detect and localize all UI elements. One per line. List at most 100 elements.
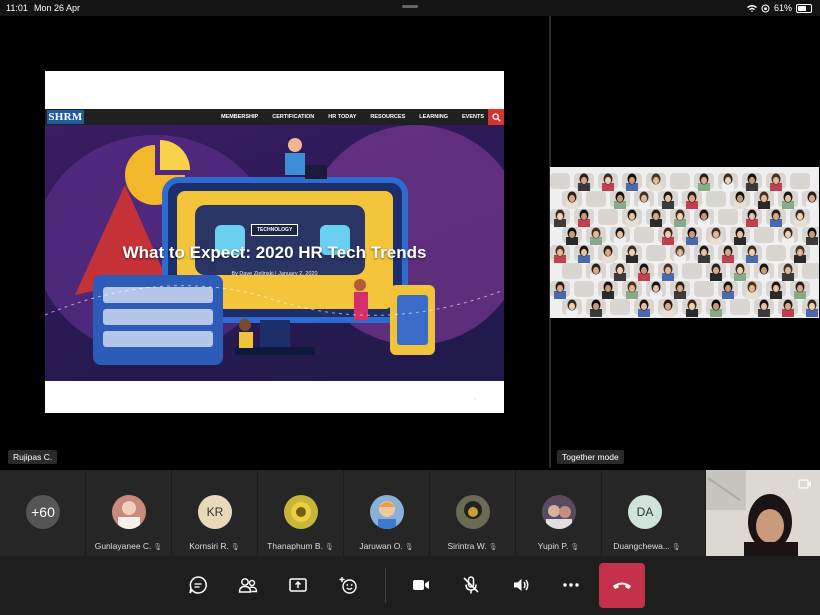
mic-off-icon: 🎙︎ <box>404 544 414 551</box>
attendee-face <box>809 194 815 203</box>
avatar <box>542 495 576 529</box>
together-mode-label: Together mode <box>557 450 624 464</box>
chat-icon[interactable] <box>182 569 214 601</box>
attendee-face <box>749 248 755 257</box>
participant-tile[interactable]: KR Kornsiri R. 🎙︎ <box>172 470 257 556</box>
auditorium-seat <box>634 227 654 243</box>
slide-nav-item: RESOURCES <box>370 114 406 120</box>
participant-tile[interactable]: Yupin P. 🎙︎ <box>516 470 601 556</box>
self-view-video[interactable] <box>706 470 820 556</box>
attendee-face <box>629 176 635 185</box>
hang-up-button[interactable] <box>599 563 645 608</box>
participant-name: Duangchewa... <box>613 541 670 551</box>
status-right: 61% <box>746 3 812 13</box>
auditorium-seat <box>730 299 750 315</box>
attendee-face <box>617 266 623 275</box>
slide-site-header: SHRM MEMBERSHIP CERTIFICATION HR TODAY R… <box>45 109 504 125</box>
participant-tile[interactable]: DA Duangchewa... 🎙︎ <box>602 470 705 556</box>
attendee-face <box>785 194 791 203</box>
avatar <box>112 495 146 529</box>
share-screen-icon[interactable] <box>282 569 314 601</box>
battery-percent: 61% <box>773 3 792 13</box>
attendee-face <box>593 302 599 311</box>
slide-nav-item: CERTIFICATION <box>272 114 315 120</box>
attendee-face <box>677 212 683 221</box>
auditorium-seat <box>586 191 606 207</box>
mic-off-icon[interactable] <box>455 569 487 601</box>
attendee-face <box>701 176 707 185</box>
auditorium-seat <box>802 263 819 279</box>
participant-tile[interactable]: Gunlayanee C. 🎙︎ <box>86 470 171 556</box>
attendee-face <box>617 230 623 239</box>
attendee-face <box>773 284 779 293</box>
participant-name: Thanaphum B. <box>267 541 323 551</box>
reactions-icon[interactable] <box>332 569 364 601</box>
more-icon[interactable] <box>555 569 587 601</box>
attendee-face <box>629 212 635 221</box>
attendee-face <box>569 302 575 311</box>
participant-tile[interactable]: Sirintra W. 🎙︎ <box>430 470 515 556</box>
status-date: Mon 26 Apr <box>34 3 81 13</box>
attendee-face <box>713 302 719 311</box>
status-time: 11:01 <box>6 3 28 13</box>
attendee-face <box>737 230 743 239</box>
attendee-face <box>797 212 803 221</box>
auditorium-seat <box>574 281 594 297</box>
attendee-face <box>689 302 695 311</box>
attendee-face <box>629 284 635 293</box>
together-mode-auditorium <box>550 173 819 317</box>
shrm-logo: SHRM <box>47 110 84 124</box>
attendee-face <box>797 248 803 257</box>
overflow-participants-tile[interactable]: +60 <box>0 470 85 556</box>
mic-off-icon: 🎙︎ <box>488 544 498 551</box>
switch-camera-icon[interactable] <box>798 478 812 490</box>
auditorium-seat <box>766 245 786 261</box>
slide-nav-item: EVENTS <box>461 114 484 120</box>
slide-nav-item: HR TODAY <box>328 114 357 120</box>
attendee-face <box>605 284 611 293</box>
multitask-handle[interactable] <box>402 5 418 8</box>
status-bar: 11:01 Mon 26 Apr 61% <box>0 0 820 16</box>
avatar <box>370 495 404 529</box>
attendee-face <box>749 284 755 293</box>
mic-off-icon: 🎙︎ <box>671 544 681 551</box>
slide-title: What to Expect: 2020 HR Tech Trends <box>122 243 427 262</box>
camera-icon[interactable] <box>405 569 437 601</box>
overflow-count: +60 <box>26 495 60 529</box>
attendee-face <box>761 302 767 311</box>
wifi-icon <box>746 5 757 12</box>
attendee-face <box>677 284 683 293</box>
attendee-face <box>605 176 611 185</box>
auditorium-seat <box>598 209 618 225</box>
avatar <box>284 495 318 529</box>
auditorium-seat <box>646 245 666 261</box>
participant-name: Yupin P. <box>537 541 569 551</box>
attendee-face <box>557 284 563 293</box>
presenter-name-tag: Rujipas C. <box>8 450 58 464</box>
avatar: DA <box>628 495 662 529</box>
auditorium-seat <box>682 263 702 279</box>
slide-nav: MEMBERSHIP CERTIFICATION HR TODAY RESOUR… <box>221 109 484 125</box>
attendee-face <box>809 230 815 239</box>
attendee-face <box>713 266 719 275</box>
attendee-face <box>653 176 659 185</box>
attendee-face <box>641 266 647 275</box>
attendee-face <box>581 212 587 221</box>
attendee-face <box>701 248 707 257</box>
attendee-face <box>581 176 587 185</box>
speaker-icon[interactable] <box>505 569 537 601</box>
auditorium-seat <box>670 173 690 189</box>
participant-tile[interactable]: Thanaphum B. 🎙︎ <box>258 470 343 556</box>
attendee-face <box>665 230 671 239</box>
together-mode-view[interactable] <box>550 167 819 318</box>
hang-up-icon <box>613 582 631 589</box>
attendee-face <box>785 266 791 275</box>
attendee-face <box>641 194 647 203</box>
slide-nav-item: MEMBERSHIP <box>220 114 259 120</box>
participant-name: Jaruwan O. <box>359 541 403 551</box>
participant-tile[interactable]: Jaruwan O. 🎙︎ <box>344 470 429 556</box>
people-icon[interactable] <box>232 569 264 601</box>
attendee-face <box>785 302 791 311</box>
attendee-face <box>773 176 779 185</box>
call-toolbar <box>0 556 820 615</box>
